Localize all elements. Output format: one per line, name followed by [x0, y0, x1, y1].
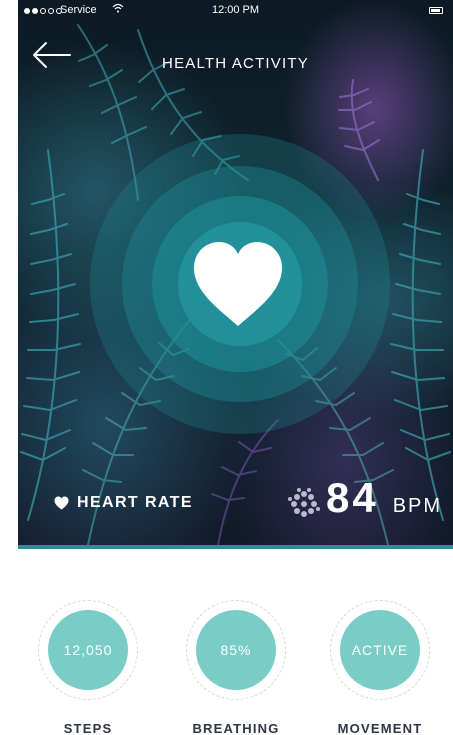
heart-icon	[194, 242, 282, 326]
stat-steps-label: STEPS	[63, 721, 113, 735]
stat-breathing-value: 85%	[196, 610, 276, 690]
stat-breathing-label: BREATHING	[192, 721, 280, 735]
phone-screen: Service 12:00 PM HEALTH ACTIVITY HEART R…	[18, 0, 453, 735]
heart-rate-unit: BPM	[392, 495, 443, 517]
hero-accent-line	[18, 545, 453, 549]
heart-rate-value: 84	[326, 474, 379, 521]
stat-movement-label: MOVEMENT	[337, 721, 423, 735]
flower-decoration	[288, 488, 320, 517]
stat-movement-value: ACTIVE	[340, 610, 420, 690]
hero-image: Service 12:00 PM HEALTH ACTIVITY HEART R…	[18, 0, 453, 545]
heart-rate-readout: 84 BPM	[326, 474, 442, 522]
heart-rate-label: HEART RATE	[54, 494, 193, 512]
heart-rate-text: HEART RATE	[77, 494, 193, 511]
stat-steps-value: 12,050	[48, 610, 128, 690]
small-heart-icon	[54, 496, 69, 510]
